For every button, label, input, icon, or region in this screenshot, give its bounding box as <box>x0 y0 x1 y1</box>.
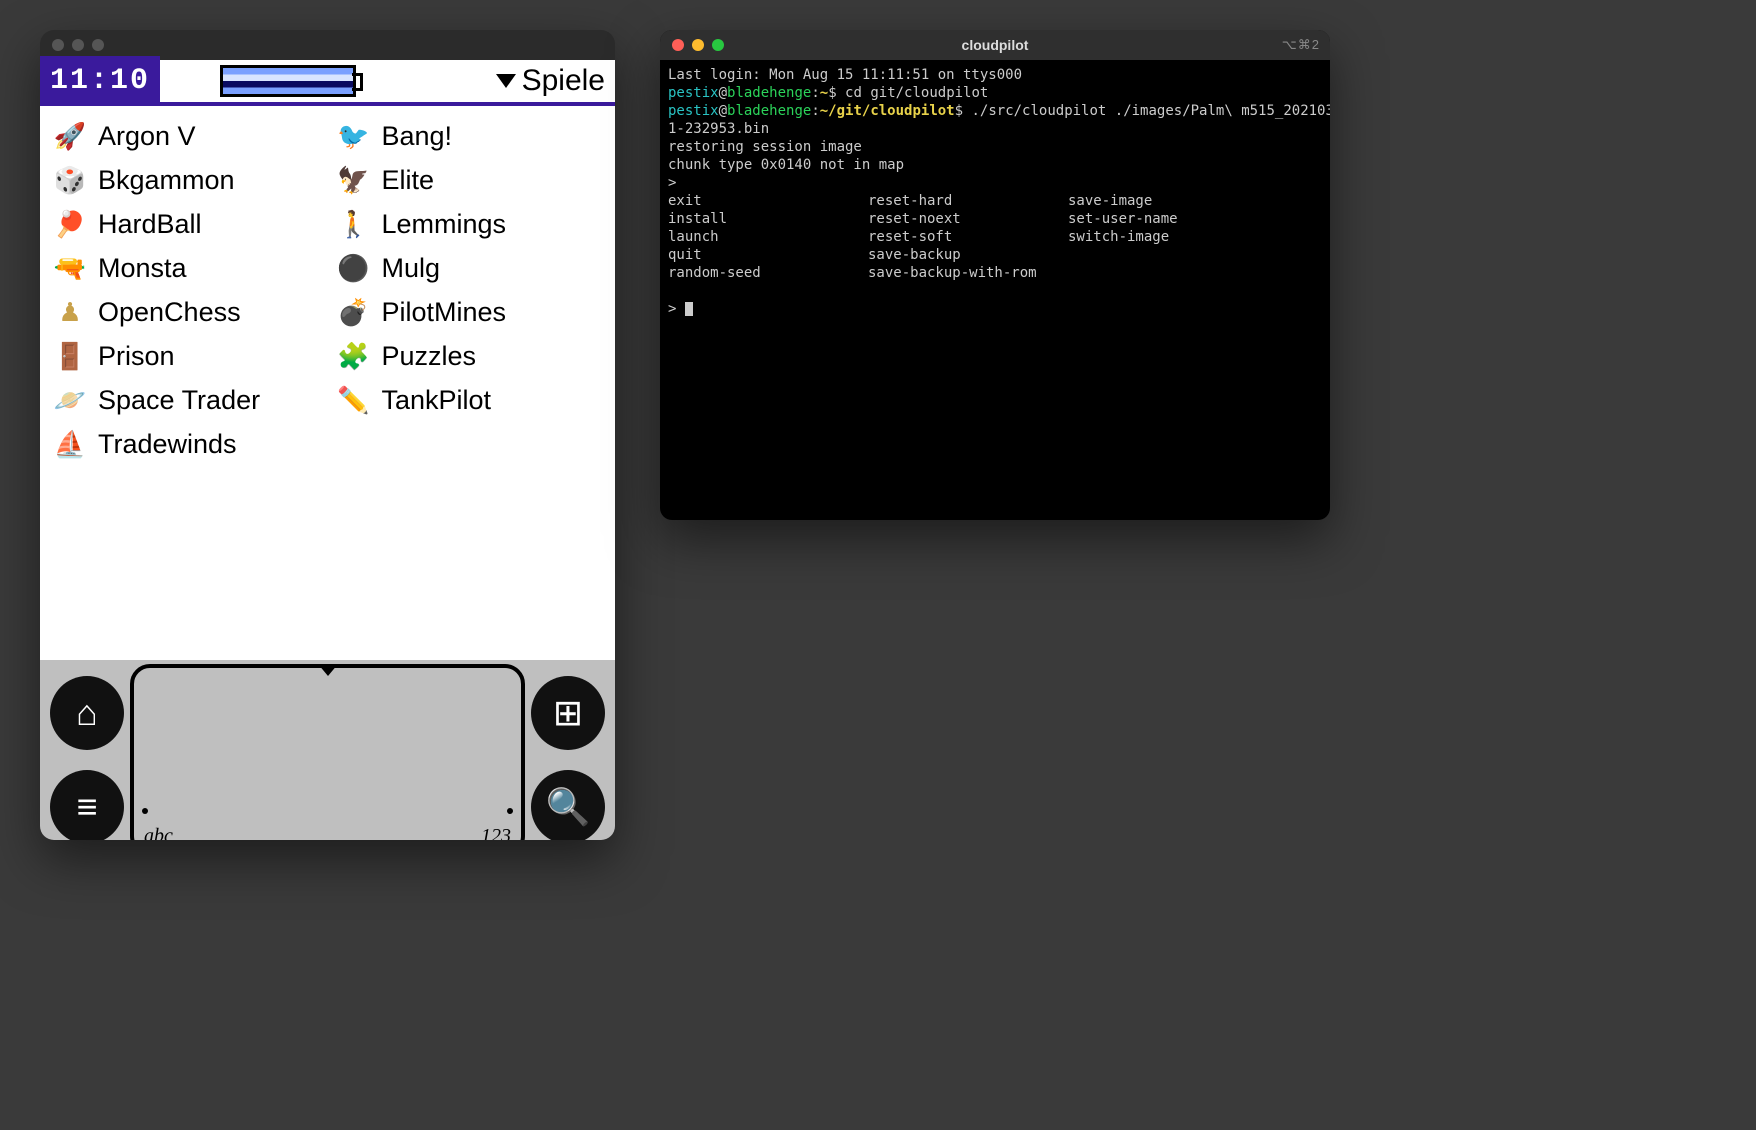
app-bkgammon[interactable]: 🎲 Bkgammon <box>46 158 326 202</box>
home-icon: ⌂ <box>76 692 98 734</box>
terminal-shortcut-indicator: ⌥⌘2 <box>1282 37 1320 53</box>
app-label: Elite <box>382 165 435 196</box>
app-label: Space Trader <box>98 385 260 416</box>
app-icon: 🔫 <box>50 252 90 284</box>
app-prison[interactable]: 🚪 Prison <box>46 334 326 378</box>
app-elite[interactable]: 🦅 Elite <box>330 158 610 202</box>
calc-icon: ⊞ <box>553 692 583 734</box>
app-icon: 🪐 <box>50 384 90 416</box>
app-label: Monsta <box>98 253 187 284</box>
app-icon: 🚀 <box>50 120 90 152</box>
terminal-window: cloudpilot ⌥⌘2 Last login: Mon Aug 15 11… <box>660 30 1330 520</box>
app-icon: 🦅 <box>334 164 374 196</box>
terminal-titlebar[interactable]: cloudpilot ⌥⌘2 <box>660 30 1330 60</box>
app-icon: 🧩 <box>334 340 374 372</box>
app-launcher-grid: 🚀 Argon V 🐦 Bang! 🎲 Bkgammon 🦅 Elite 🏓 HardBall 🚶 L… <box>40 106 615 466</box>
app-icon: ✏️ <box>334 384 374 416</box>
app-openchess[interactable]: ♟ OpenChess <box>46 290 326 334</box>
graffiti-area: ⌂ ≡ abc 123 ⊞ 🔍 <box>40 660 615 840</box>
app-icon: 🏓 <box>50 208 90 240</box>
app-label: PilotMines <box>382 297 507 328</box>
app-icon: 🚶 <box>334 208 374 240</box>
app-label: Puzzles <box>382 341 477 372</box>
app-icon: ⛵ <box>50 428 90 460</box>
calc-button[interactable]: ⊞ <box>531 676 605 750</box>
app-icon: ♟ <box>50 296 90 328</box>
app-pilotmines[interactable]: 💣 PilotMines <box>330 290 610 334</box>
app-tradewinds[interactable]: ⛵ Tradewinds <box>46 422 326 466</box>
palm-screen: 11:10 Spiele 🚀 Argon V 🐦 Bang! 🎲 Bkgammon 🦅 Eli… <box>40 60 615 660</box>
menu-icon: ≡ <box>76 786 97 828</box>
traffic-light-minimize-icon[interactable] <box>72 39 84 51</box>
clock[interactable]: 11:10 <box>40 56 160 106</box>
app-label: Lemmings <box>382 209 507 240</box>
app-label: Argon V <box>98 121 196 152</box>
terminal-output[interactable]: Last login: Mon Aug 15 11:11:51 on ttys0… <box>660 60 1330 324</box>
graffiti-numeric-hint: 123 <box>481 825 511 840</box>
app-bang-[interactable]: 🐦 Bang! <box>330 114 610 158</box>
app-space-trader[interactable]: 🪐 Space Trader <box>46 378 326 422</box>
app-label: Bkgammon <box>98 165 235 196</box>
app-monsta[interactable]: 🔫 Monsta <box>46 246 326 290</box>
app-label: Bang! <box>382 121 453 152</box>
traffic-light-close-icon[interactable] <box>52 39 64 51</box>
app-label: HardBall <box>98 209 202 240</box>
terminal-title: cloudpilot <box>660 37 1330 53</box>
app-icon: ⚫ <box>334 252 374 284</box>
app-icon: 🎲 <box>50 164 90 196</box>
category-label: Spiele <box>522 64 605 98</box>
app-label: Tradewinds <box>98 429 237 460</box>
app-mulg[interactable]: ⚫ Mulg <box>330 246 610 290</box>
traffic-light-zoom-icon[interactable] <box>92 39 104 51</box>
app-icon: 💣 <box>334 296 374 328</box>
app-puzzles[interactable]: 🧩 Puzzles <box>330 334 610 378</box>
menu-button[interactable]: ≡ <box>50 770 124 840</box>
app-lemmings[interactable]: 🚶 Lemmings <box>330 202 610 246</box>
app-tankpilot[interactable]: ✏️ TankPilot <box>330 378 610 422</box>
app-argon-v[interactable]: 🚀 Argon V <box>46 114 326 158</box>
app-icon: 🚪 <box>50 340 90 372</box>
graffiti-alpha-hint: abc <box>144 825 173 840</box>
home-button[interactable]: ⌂ <box>50 676 124 750</box>
app-label: Prison <box>98 341 175 372</box>
battery-icon <box>220 65 356 97</box>
app-label: Mulg <box>382 253 441 284</box>
category-selector[interactable]: Spiele <box>496 64 605 98</box>
palm-emulator-window: 11:10 Spiele 🚀 Argon V 🐦 Bang! 🎲 Bkgammon 🦅 Eli… <box>40 30 615 840</box>
chevron-down-icon <box>496 74 516 88</box>
palm-status-bar: 11:10 Spiele <box>40 60 615 106</box>
app-hardball[interactable]: 🏓 HardBall <box>46 202 326 246</box>
app-label: OpenChess <box>98 297 241 328</box>
app-label: TankPilot <box>382 385 492 416</box>
search-icon: 🔍 <box>546 786 591 828</box>
find-button[interactable]: 🔍 <box>531 770 605 840</box>
app-icon: 🐦 <box>334 120 374 152</box>
graffiti-input[interactable]: abc 123 <box>130 664 525 840</box>
